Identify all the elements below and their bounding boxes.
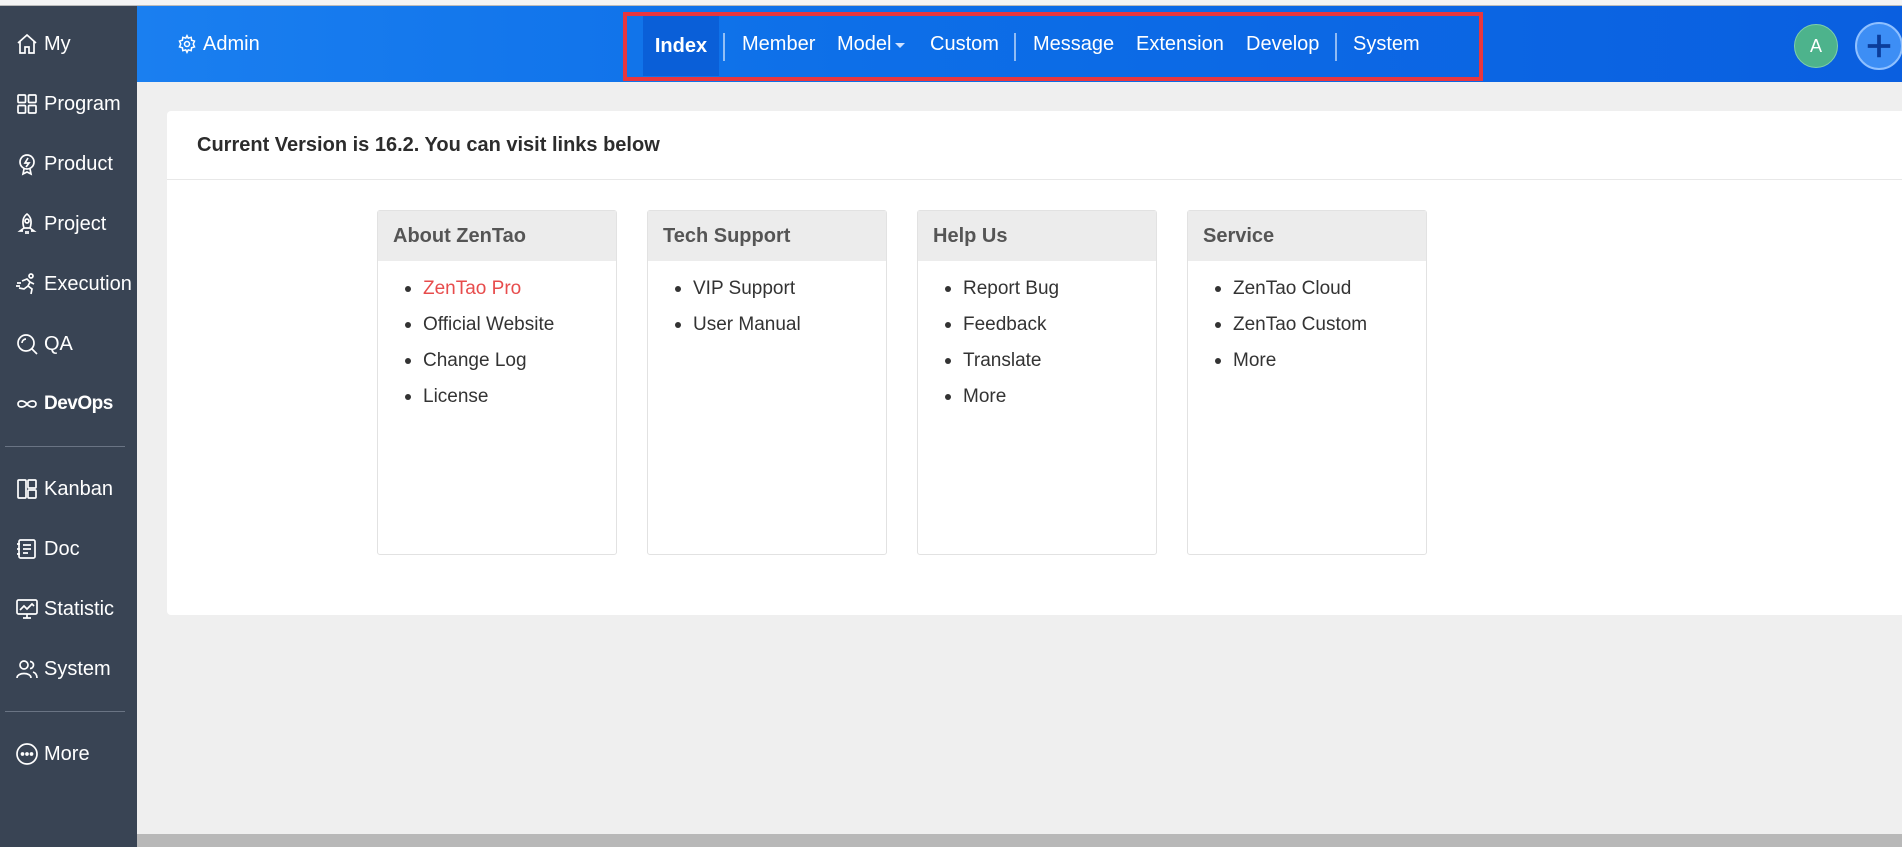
sidebar-item-label: Doc — [44, 537, 80, 560]
link-zentao-custom[interactable]: ZenTao Custom — [1233, 314, 1367, 335]
top-header: Admin Index Member Model Custom Message … — [137, 6, 1902, 82]
link-user-manual[interactable]: User Manual — [693, 314, 801, 335]
link-vip-support[interactable]: VIP Support — [693, 278, 795, 299]
sidebar-item-more[interactable]: More — [0, 732, 137, 776]
link-change-log[interactable]: Change Log — [423, 350, 527, 371]
sidebar-item-label: Statistic — [44, 597, 115, 620]
card-title: About ZenTao — [378, 211, 616, 261]
sidebar-item-my[interactable]: My — [0, 22, 137, 66]
menu-highlight-box — [623, 12, 1483, 81]
list-item: VIP Support — [648, 278, 886, 314]
sidebar-item-label: QA — [44, 332, 73, 355]
users-icon — [14, 656, 40, 682]
sidebar-item-program[interactable]: Program — [0, 82, 137, 126]
list-item: ZenTao Pro — [378, 278, 616, 314]
list-item: Translate — [918, 350, 1156, 386]
sidebar-item-execution[interactable]: Execution — [0, 262, 137, 306]
list-item: Feedback — [918, 314, 1156, 350]
doc-icon — [14, 536, 40, 562]
main-panel: Current Version is 16.2. You can visit l… — [167, 111, 1902, 615]
sidebar-item-label: More — [44, 742, 90, 765]
sidebar-item-label: Project — [44, 212, 107, 235]
sidebar-item-devops[interactable]: DevOps — [0, 382, 137, 426]
grid-icon — [14, 91, 40, 117]
horizontal-scrollbar[interactable] — [137, 834, 1902, 847]
avatar[interactable]: A — [1794, 24, 1838, 68]
card-title: Tech Support — [648, 211, 886, 261]
sidebar-divider — [5, 711, 125, 712]
sidebar-item-label: Product — [44, 152, 113, 175]
create-plus-button[interactable] — [1855, 22, 1902, 70]
sidebar-item-statistic[interactable]: Statistic — [0, 587, 137, 631]
card-tech-support: Tech Support VIP Support User Manual — [647, 210, 887, 555]
link-official-website[interactable]: Official Website — [423, 314, 554, 335]
list-item: More — [918, 386, 1156, 422]
card-title: Service — [1188, 211, 1426, 261]
sidebar-item-label: Execution — [44, 272, 132, 295]
qa-magnifier-icon — [14, 331, 40, 357]
list-item: More — [1188, 350, 1426, 386]
sidebar-item-label: System — [44, 657, 111, 680]
plus-icon — [1867, 34, 1891, 58]
link-license[interactable]: License — [423, 386, 489, 407]
kanban-icon — [14, 476, 40, 502]
more-dots-icon — [14, 741, 40, 767]
sidebar-item-label: My — [44, 32, 71, 55]
list-item: Change Log — [378, 350, 616, 386]
link-report-bug[interactable]: Report Bug — [963, 278, 1059, 299]
gear-icon — [178, 34, 196, 54]
list-item: User Manual — [648, 314, 886, 350]
rocket-icon — [14, 211, 40, 237]
link-more[interactable]: More — [963, 386, 1006, 407]
bulb-icon — [14, 151, 40, 177]
sidebar-item-label: Program — [44, 92, 121, 115]
list-item: Report Bug — [918, 278, 1156, 314]
sidebar-item-system[interactable]: System — [0, 647, 137, 691]
sidebar-divider — [5, 446, 125, 447]
infinity-icon — [14, 391, 40, 417]
admin-label: Admin — [203, 32, 260, 55]
sidebar-item-kanban[interactable]: Kanban — [0, 467, 137, 511]
sidebar-item-label: DevOps — [44, 393, 113, 414]
card-service: Service ZenTao Cloud ZenTao Custom More — [1187, 210, 1427, 555]
card-about-zentao: About ZenTao ZenTao Pro Official Website… — [377, 210, 617, 555]
home-icon — [14, 31, 40, 57]
sidebar: My Program Product Project Execution QA … — [0, 6, 137, 847]
list-item: ZenTao Custom — [1188, 314, 1426, 350]
link-more[interactable]: More — [1233, 350, 1276, 371]
card-help-us: Help Us Report Bug Feedback Translate Mo… — [917, 210, 1157, 555]
card-title: Help Us — [918, 211, 1156, 261]
runner-icon — [14, 271, 40, 297]
sidebar-item-label: Kanban — [44, 477, 113, 500]
panel-divider — [167, 179, 1902, 180]
list-item: ZenTao Cloud — [1188, 278, 1426, 314]
page-title: Current Version is 16.2. You can visit l… — [197, 133, 660, 156]
link-translate[interactable]: Translate — [963, 350, 1042, 371]
sidebar-item-qa[interactable]: QA — [0, 322, 137, 366]
link-zentao-pro[interactable]: ZenTao Pro — [423, 278, 521, 299]
monitor-chart-icon — [14, 596, 40, 622]
list-item: Official Website — [378, 314, 616, 350]
link-feedback[interactable]: Feedback — [963, 314, 1046, 335]
sidebar-item-project[interactable]: Project — [0, 202, 137, 246]
sidebar-item-doc[interactable]: Doc — [0, 527, 137, 571]
admin-app-title[interactable]: Admin — [177, 6, 260, 82]
link-zentao-cloud[interactable]: ZenTao Cloud — [1233, 278, 1351, 299]
list-item: License — [378, 386, 616, 422]
sidebar-item-product[interactable]: Product — [0, 142, 137, 186]
